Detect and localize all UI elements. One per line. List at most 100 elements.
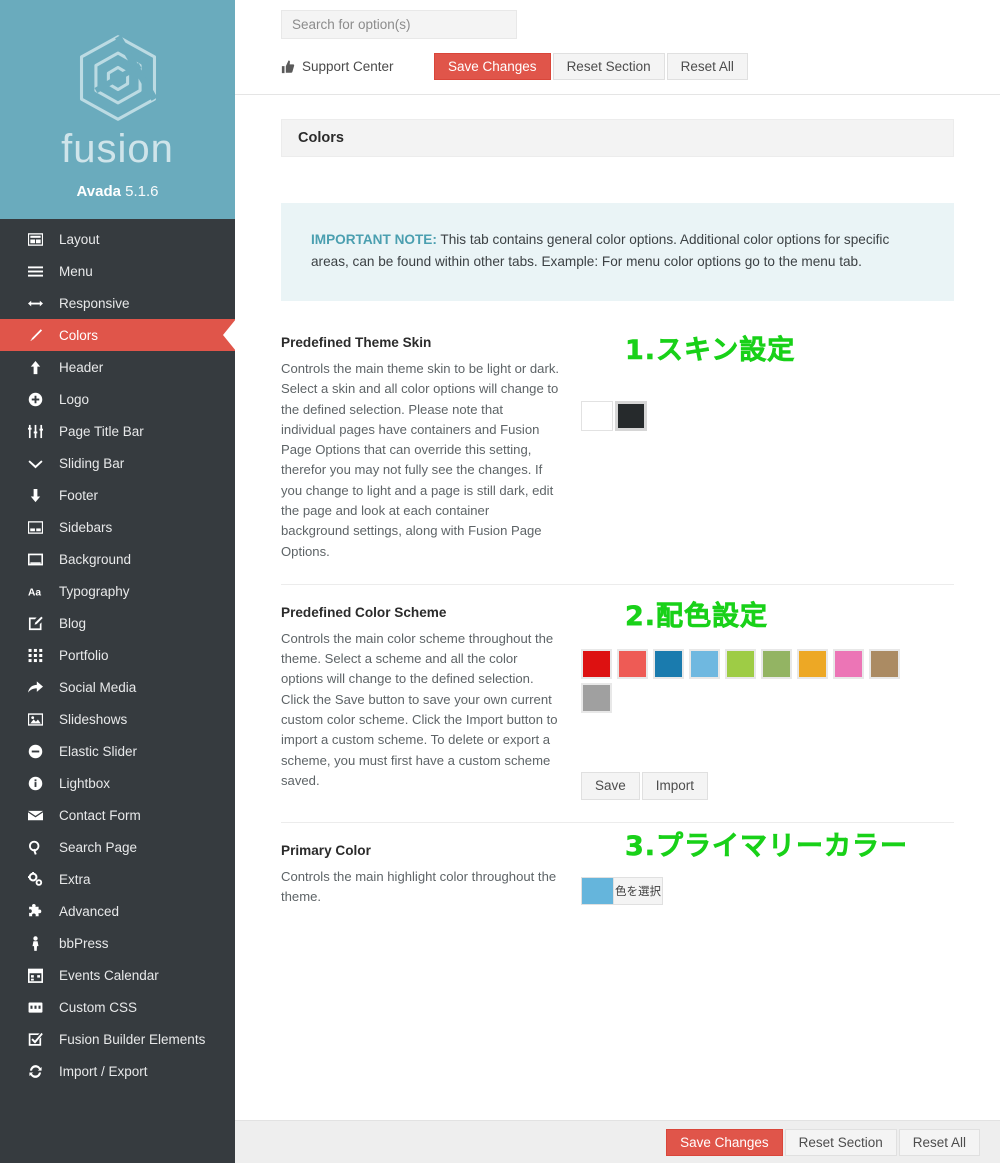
scheme-import-button[interactable]: Import <box>641 771 709 800</box>
option-primary-color-control: 3.プライマリーカラー 色を選択 <box>581 833 954 908</box>
color-scheme-swatch-light-blue[interactable] <box>689 648 720 679</box>
sidebar-item-label: Sliding Bar <box>59 455 125 471</box>
sidebar: fusion Avada 5.1.6 Layout Menu Responsive C… <box>0 0 235 1163</box>
sidebar-item-label: Logo <box>59 391 90 407</box>
main-area: Support Center Save Changes Reset Sectio… <box>235 0 1000 1163</box>
option-color-scheme-desc: Controls the main color scheme throughou… <box>281 630 558 788</box>
option-color-scheme-info: Predefined Color Scheme Controls the mai… <box>281 605 581 800</box>
support-center-link[interactable]: Support Center <box>281 59 434 74</box>
theme-skin-light-swatch[interactable] <box>581 401 613 432</box>
plus-circle-icon <box>28 391 48 407</box>
footer-reset-all-button[interactable]: Reset All <box>898 1128 980 1156</box>
sidebar-item-label: Blog <box>59 615 87 631</box>
refresh-icon <box>28 1063 48 1079</box>
product-version: Avada 5.1.6 <box>76 183 158 200</box>
sidebar-item-layout[interactable]: Layout <box>0 223 235 255</box>
sidebar-item-label: Elastic Slider <box>59 743 138 759</box>
product-name: Avada <box>76 182 121 200</box>
sidebar-item-header[interactable]: Header <box>0 351 235 383</box>
sidebar-item-social-media[interactable]: Social Media <box>0 671 235 703</box>
brand-panel: fusion Avada 5.1.6 <box>0 0 235 219</box>
color-scheme-swatch-olive[interactable] <box>761 648 792 679</box>
topbar-actions: Support Center Save Changes Reset Sectio… <box>281 53 980 80</box>
window-icon <box>28 551 48 567</box>
color-scheme-swatch-pink[interactable] <box>833 648 864 679</box>
sidebar-item-label: Contact Form <box>59 807 141 823</box>
arrow-down-icon <box>28 487 48 503</box>
sidebar-item-sidebars[interactable]: Sidebars <box>0 511 235 543</box>
gears-icon <box>28 871 48 887</box>
color-scheme-swatch-gray[interactable] <box>581 682 612 713</box>
sidebar-item-footer[interactable]: Footer <box>0 479 235 511</box>
color-scheme-swatch-brown[interactable] <box>869 648 900 679</box>
sidebar-item-events-calendar[interactable]: Events Calendar <box>0 959 235 991</box>
color-scheme-swatch-red[interactable] <box>581 648 612 679</box>
sidebar-item-portfolio[interactable]: Portfolio <box>0 639 235 671</box>
sidebar-item-menu[interactable]: Menu <box>0 255 235 287</box>
sidebar-item-lightbox[interactable]: Lightbox <box>0 767 235 799</box>
sidebar-item-fusion-builder-elements[interactable]: Fusion Builder Elements <box>0 1023 235 1055</box>
color-scheme-swatches <box>581 648 909 717</box>
option-theme-skin-desc: Controls the main theme skin to be light… <box>281 361 560 559</box>
sidebar-item-extra[interactable]: Extra <box>0 863 235 895</box>
person-icon <box>28 935 48 951</box>
sidebar-item-label: Slideshows <box>59 711 128 727</box>
theme-skin-dark-swatch[interactable] <box>615 401 647 432</box>
sidebar-item-label: Advanced <box>59 903 120 919</box>
primary-color-swatch[interactable] <box>582 877 613 904</box>
sidebar-item-label: Page Title Bar <box>59 423 144 439</box>
option-color-scheme-control: 2.配色設定 Save Import <box>581 603 954 800</box>
scheme-save-button[interactable]: Save <box>581 771 640 800</box>
sidebar-item-label: Responsive <box>59 295 130 311</box>
sidebar-item-blog[interactable]: Blog <box>0 607 235 639</box>
arrows-horizontal-icon <box>28 295 48 311</box>
code-icon <box>28 999 48 1015</box>
sidebar-icon <box>28 519 48 535</box>
envelope-icon <box>28 807 48 823</box>
sidebar-item-bbpress[interactable]: bbPress <box>0 927 235 959</box>
sidebar-item-typography[interactable]: Aa Typography <box>0 575 235 607</box>
chevron-down-icon <box>28 455 48 471</box>
footer-save-changes-button[interactable]: Save Changes <box>666 1128 783 1156</box>
sidebar-item-contact-form[interactable]: Contact Form <box>0 799 235 831</box>
sidebar-item-label: Menu <box>59 263 93 279</box>
color-scheme-swatch-blue[interactable] <box>653 648 684 679</box>
sidebar-item-background[interactable]: Background <box>0 543 235 575</box>
option-primary-color: Primary Color Controls the main highligh… <box>281 823 954 930</box>
reset-all-button[interactable]: Reset All <box>666 53 748 80</box>
brush-icon <box>28 327 48 343</box>
reset-section-button[interactable]: Reset Section <box>552 53 665 80</box>
sidebar-item-advanced[interactable]: Advanced <box>0 895 235 927</box>
search-input[interactable] <box>281 10 517 39</box>
option-theme-skin-title: Predefined Theme Skin <box>281 335 432 351</box>
sidebar-item-label: Social Media <box>59 679 137 695</box>
option-color-scheme-title: Predefined Color Scheme <box>281 604 447 620</box>
grid-dots-icon <box>28 647 48 663</box>
option-primary-color-title: Primary Color <box>281 842 371 858</box>
support-center-label: Support Center <box>302 59 394 74</box>
sidebar-item-label: Typography <box>59 583 130 599</box>
color-scheme-swatch-orange[interactable] <box>797 648 828 679</box>
sidebar-item-elastic-slider[interactable]: Elastic Slider <box>0 735 235 767</box>
sidebar-item-search-page[interactable]: Search Page <box>0 831 235 863</box>
sidebar-item-slideshows[interactable]: Slideshows <box>0 703 235 735</box>
sidebar-item-label: Layout <box>59 231 100 247</box>
color-scheme-swatch-salmon[interactable] <box>617 648 648 679</box>
sidebar-item-sliding-bar[interactable]: Sliding Bar <box>0 447 235 479</box>
primary-color-select-button[interactable]: 色を選択 <box>613 877 662 904</box>
sidebar-item-logo[interactable]: Logo <box>0 383 235 415</box>
sidebar-item-label: Colors <box>59 327 99 343</box>
option-theme-skin: Predefined Theme Skin Controls the main … <box>281 315 954 585</box>
sidebar-item-responsive[interactable]: Responsive <box>0 287 235 319</box>
sidebar-item-page-title-bar[interactable]: Page Title Bar <box>0 415 235 447</box>
sidebar-item-import-export[interactable]: Import / Export <box>0 1055 235 1087</box>
options-content: Colors IMPORTANT NOTE: This tab contains… <box>235 95 1000 1163</box>
share-arrow-icon <box>28 679 48 695</box>
sidebar-item-custom-css[interactable]: Custom CSS <box>0 991 235 1023</box>
save-changes-button[interactable]: Save Changes <box>434 53 551 80</box>
primary-color-picker[interactable]: 色を選択 <box>581 876 663 905</box>
annotation-primary-color: 3.プライマリーカラー <box>625 830 909 862</box>
sidebar-item-colors[interactable]: Colors <box>0 319 235 351</box>
color-scheme-swatch-lime[interactable] <box>725 648 756 679</box>
footer-reset-section-button[interactable]: Reset Section <box>784 1128 897 1156</box>
